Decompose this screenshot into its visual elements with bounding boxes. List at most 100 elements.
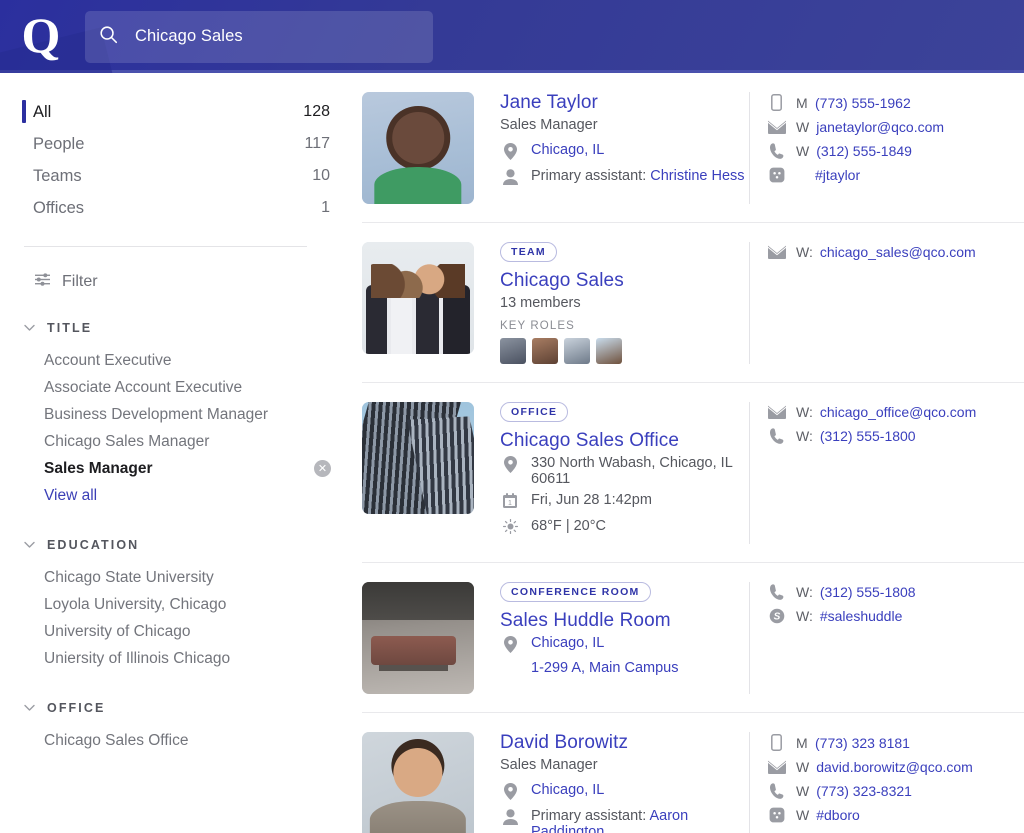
facet-item[interactable]: University of Chicago [0, 618, 355, 645]
meta-row: Primary assistant: Aaron Paddington [500, 808, 749, 833]
contact-value[interactable]: #jtaylor [815, 167, 860, 183]
avatar[interactable] [596, 338, 622, 364]
facet-header-office[interactable]: OFFICE [0, 699, 355, 717]
meta-row: 330 North Wabash, Chicago, IL 60611 [500, 455, 749, 487]
contact-kind: W: [796, 428, 813, 444]
result-thumbnail[interactable] [362, 732, 474, 833]
facet-item[interactable]: Chicago Sales Office [0, 727, 355, 754]
avatar[interactable] [500, 338, 526, 364]
result-card-person[interactable]: David Borowitz Sales Manager Chicago, IL Pr… [362, 713, 1024, 833]
avatar[interactable] [564, 338, 590, 364]
mobile-icon [766, 734, 787, 751]
contact-value[interactable]: (773) 323-8321 [816, 783, 912, 799]
facet-header-education[interactable]: EDUCATION [0, 536, 355, 554]
contact-value[interactable]: david.borowitz@qco.com [816, 759, 973, 775]
contact-kind: M [796, 95, 808, 111]
scope-item-all[interactable]: All128 [0, 96, 330, 128]
remove-filter-button[interactable]: ✕ [314, 460, 331, 477]
location-pin-icon [500, 142, 520, 160]
result-subtitle: Sales Manager [500, 117, 749, 133]
result-thumbnail[interactable] [362, 582, 474, 694]
facet-item[interactable]: Chicago Sales Manager [0, 428, 355, 455]
chevron-down-icon [24, 536, 35, 554]
app-logo[interactable]: Q [18, 11, 64, 63]
meta-subline[interactable]: 1-299 A, Main Campus [531, 660, 749, 676]
meta-row: Chicago, IL [500, 782, 749, 803]
app-header: Q Chicago Sales [0, 0, 1024, 73]
result-title[interactable]: Chicago Sales Office [500, 430, 749, 452]
scope-count: 10 [312, 167, 330, 185]
meta-value-link[interactable]: Christine Hess [650, 168, 744, 184]
active-indicator [22, 100, 26, 123]
avatar[interactable] [532, 338, 558, 364]
result-title[interactable]: Sales Huddle Room [500, 610, 749, 632]
result-title[interactable]: Chicago Sales [500, 270, 749, 292]
result-title[interactable]: David Borowitz [500, 732, 749, 754]
contact-row: W(773) 323-8321 [766, 783, 1024, 799]
contact-row: W:chicago_office@qco.com [766, 404, 1024, 420]
contact-kind: M [796, 735, 808, 751]
result-thumbnail[interactable] [362, 242, 474, 354]
facet-view-all-link[interactable]: View all [0, 482, 355, 509]
result-details: TEAMChicago Sales13 membersKEY ROLES [474, 242, 749, 364]
facet-item-label: Chicago Sales Manager [44, 433, 209, 451]
facet-item[interactable]: Chicago State University [0, 564, 355, 591]
scope-list: All128People117 Teams 10 Offices 1 [0, 96, 355, 224]
scope-label: Offices [33, 199, 84, 218]
facet-item[interactable]: Associate Account Executive [0, 374, 355, 401]
scope-count: 128 [303, 103, 330, 121]
contact-value[interactable]: chicago_sales@qco.com [820, 244, 976, 260]
facet-item[interactable]: Business Development Manager [0, 401, 355, 428]
search-icon [99, 25, 118, 49]
contact-value[interactable]: (312) 555-1800 [820, 428, 916, 444]
meta-content: Fri, Jun 28 1:42pm [531, 492, 652, 508]
facet-item[interactable]: Loyola University, Chicago [0, 591, 355, 618]
facet-item[interactable]: Uniersity of Illinois Chicago [0, 645, 355, 672]
contact-kind: W: [796, 608, 813, 624]
result-card-team[interactable]: TEAMChicago Sales13 membersKEY ROLESW:ch… [362, 223, 1024, 383]
page-body: All128People117 Teams 10 Offices 1 Filter TI… [0, 73, 1024, 833]
facet-item-label: Chicago Sales Office [44, 732, 188, 750]
meta-row: Chicago, IL [500, 635, 749, 656]
contact-value[interactable]: (773) 323 8181 [815, 735, 910, 751]
facet-title: TITLE [47, 321, 92, 335]
search-input[interactable]: Chicago Sales [85, 11, 433, 63]
contact-value[interactable]: (312) 555-1808 [820, 584, 916, 600]
facet-item[interactable]: Sales Manager✕ [0, 455, 355, 482]
contact-value[interactable]: #saleshuddle [820, 608, 903, 624]
meta-value[interactable]: Chicago, IL [531, 142, 604, 158]
scope-item-offices[interactable]: Offices 1 [0, 192, 330, 224]
contact-value[interactable]: chicago_office@qco.com [820, 404, 976, 420]
result-thumbnail[interactable] [362, 92, 474, 204]
result-card-conference-room[interactable]: CONFERENCE ROOMSales Huddle RoomChicago,… [362, 563, 1024, 713]
phone-icon [766, 584, 787, 600]
result-card-office[interactable]: OFFICE Chicago Sales Office 330 North Waba… [362, 383, 1024, 563]
contact-value[interactable]: (773) 555-1962 [815, 95, 911, 111]
result-subtitle: Sales Manager [500, 757, 749, 773]
meta-value[interactable]: Chicago, IL [531, 635, 604, 651]
phone-icon [766, 783, 787, 799]
scope-item-people[interactable]: People117 [0, 128, 330, 160]
result-type-badge: TEAM [500, 242, 557, 262]
result-thumbnail[interactable] [362, 402, 474, 514]
facet-item[interactable]: Account Executive [0, 347, 355, 374]
contact-value[interactable]: janetaylor@qco.com [816, 119, 944, 135]
facet-header-title[interactable]: TITLE [0, 319, 355, 337]
facet-title: OFFICE [47, 701, 105, 715]
meta-value[interactable]: Chicago, IL [531, 782, 604, 798]
contact-row: W:chicago_sales@qco.com [766, 244, 1024, 260]
scope-label: Teams [33, 167, 82, 186]
result-type-badge: OFFICE [500, 402, 568, 422]
contact-value[interactable]: (312) 555-1849 [816, 143, 912, 159]
scope-count: 1 [321, 199, 330, 217]
scope-item-teams[interactable]: Teams 10 [0, 160, 330, 192]
facet-items: Chicago State UniversityLoyola Universit… [0, 564, 355, 672]
key-roles-label: KEY ROLES [500, 320, 749, 332]
chat-icon [766, 807, 787, 823]
meta-value: 330 North Wabash, Chicago, IL 60611 [531, 455, 732, 487]
result-title[interactable]: Jane Taylor [500, 92, 749, 114]
contact-value[interactable]: #dboro [816, 807, 860, 823]
filter-label: Filter [62, 273, 98, 291]
filter-button[interactable]: Filter [23, 272, 355, 292]
result-card-person[interactable]: Jane TaylorSales ManagerChicago, ILPrima… [362, 73, 1024, 223]
